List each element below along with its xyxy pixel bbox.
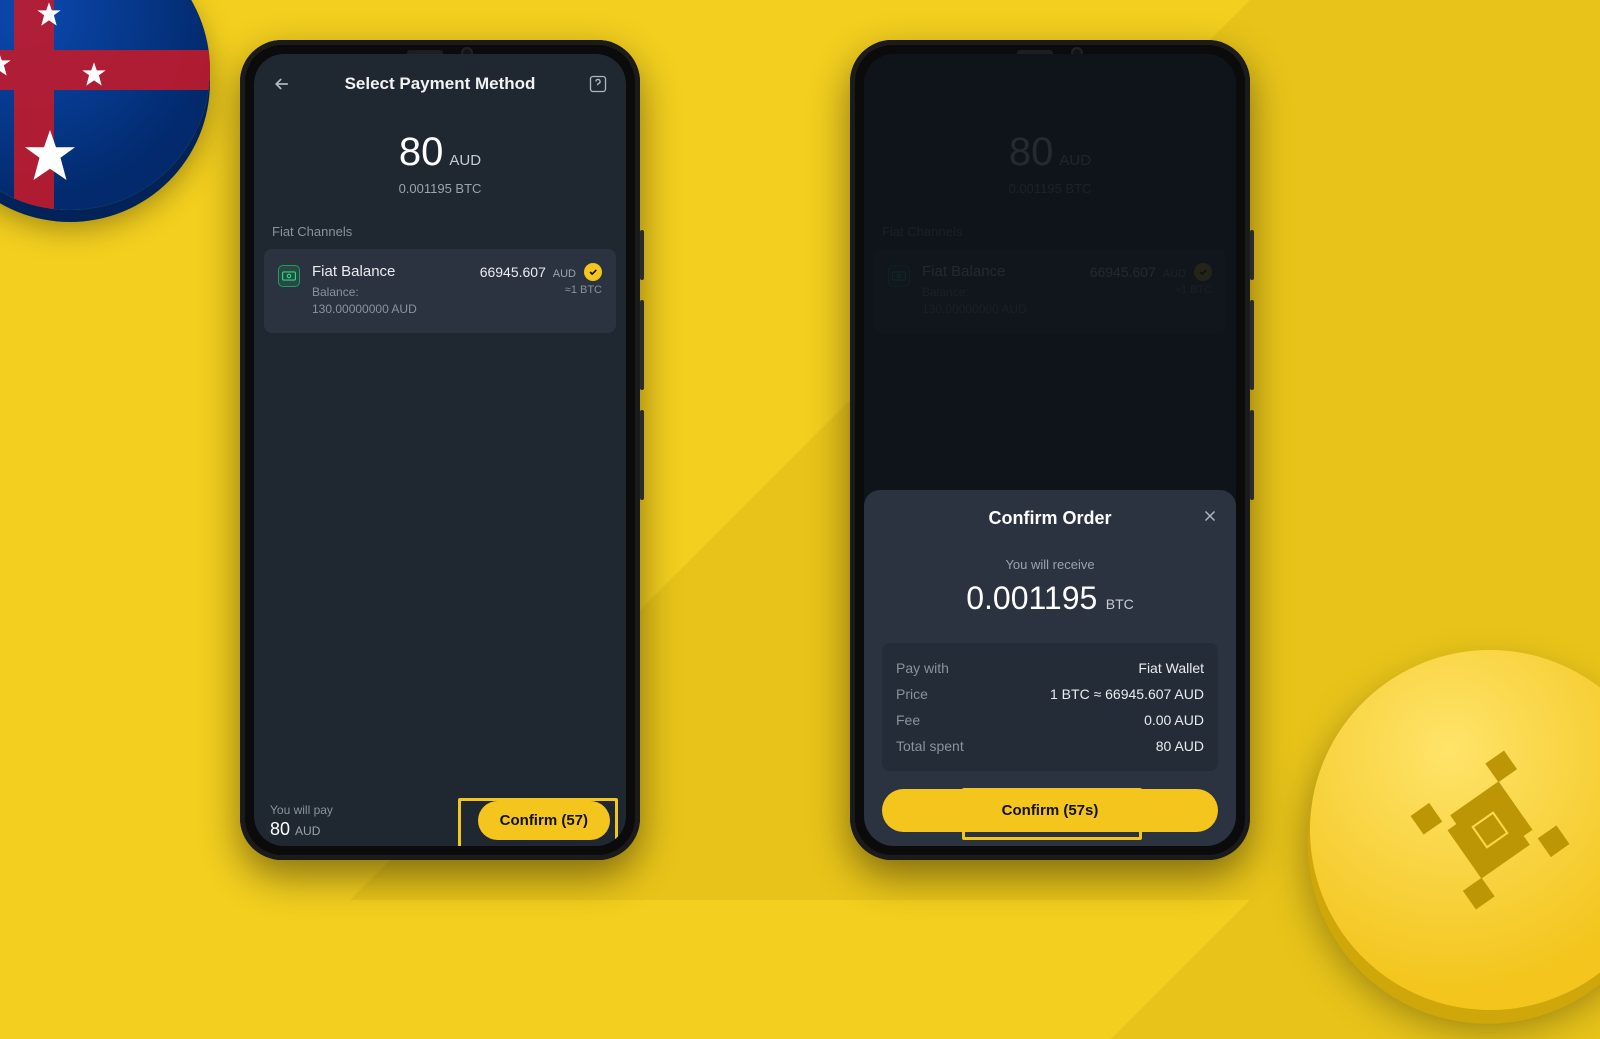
page-title: Select Payment Method xyxy=(345,74,536,94)
channel-name: Fiat Balance xyxy=(312,263,468,280)
amount-currency: AUD xyxy=(449,152,481,169)
channel-balance-value: 130.00000000 AUD xyxy=(312,302,417,316)
confirm-button[interactable]: Confirm (57) xyxy=(478,801,610,840)
detail-row-price: Price 1 BTC ≈ 66945.607 AUD xyxy=(896,681,1204,707)
order-details: Pay with Fiat Wallet Price 1 BTC ≈ 66945… xyxy=(882,643,1218,771)
amount-converted: 0.001195 BTC xyxy=(254,181,626,196)
channel-rate-value: 66945.607 xyxy=(480,264,546,280)
amount-display: 80 AUD xyxy=(399,130,481,175)
detail-row-paywith: Pay with Fiat Wallet xyxy=(896,655,1204,681)
footer: You will pay 80 AUD Confirm (57) xyxy=(254,789,626,846)
channel-balance-label: Balance: xyxy=(312,285,359,299)
screen-select-payment: Select Payment Method 80 AUD 0.001195 BT… xyxy=(254,54,626,846)
check-circle-icon xyxy=(584,263,602,281)
section-label: Fiat Channels xyxy=(254,202,626,249)
confirm-button[interactable]: Confirm (57s) xyxy=(882,789,1218,832)
channel-rate-currency: AUD xyxy=(553,268,576,280)
cash-icon xyxy=(278,265,300,287)
star-icon xyxy=(0,50,13,78)
back-arrow-icon[interactable] xyxy=(270,72,294,96)
footer-pay-value: 80 xyxy=(270,819,290,839)
star-icon xyxy=(35,0,63,28)
receive-unit: BTC xyxy=(1106,596,1134,612)
phone-right: . 80 AUD 0.001195 BTC Fiat Channels Fiat… xyxy=(850,40,1250,860)
detail-value: 0.00 AUD xyxy=(1144,712,1204,728)
detail-row-fee: Fee 0.00 AUD xyxy=(896,707,1204,733)
star-icon xyxy=(80,60,108,88)
channel-rate-note: ≈1 BTC xyxy=(480,284,602,296)
screen-confirm-order: . 80 AUD 0.001195 BTC Fiat Channels Fiat… xyxy=(864,54,1236,846)
sheet-title: Confirm Order xyxy=(882,508,1218,529)
close-icon[interactable] xyxy=(1198,504,1222,528)
footer-pay-currency: AUD xyxy=(295,824,320,838)
detail-key: Fee xyxy=(896,712,920,728)
coin-binance-icon xyxy=(1281,621,1600,1038)
detail-key: Pay with xyxy=(896,660,949,676)
confirm-order-sheet: Confirm Order You will receive 0.001195 … xyxy=(864,490,1236,846)
detail-row-total: Total spent 80 AUD xyxy=(896,733,1204,759)
detail-value: 1 BTC ≈ 66945.607 AUD xyxy=(1050,686,1204,702)
receive-value: 0.001195 xyxy=(966,580,1097,616)
amount-value: 80 xyxy=(399,130,444,175)
receive-amount: 0.001195 BTC xyxy=(882,580,1218,617)
coin-aus-flag-icon xyxy=(0,0,210,210)
detail-value: Fiat Wallet xyxy=(1138,660,1204,676)
phone-left: Select Payment Method 80 AUD 0.001195 BT… xyxy=(240,40,640,860)
detail-key: Total spent xyxy=(896,738,964,754)
detail-value: 80 AUD xyxy=(1156,738,1204,754)
sheet-caption: You will receive xyxy=(882,557,1218,572)
detail-key: Price xyxy=(896,686,928,702)
star-icon xyxy=(20,125,80,185)
binance-logo-icon xyxy=(1380,720,1600,940)
help-icon[interactable] xyxy=(586,72,610,96)
footer-pay-label: You will pay xyxy=(270,803,333,817)
payment-channel-fiat-balance[interactable]: Fiat Balance Balance: 130.00000000 AUD 6… xyxy=(264,249,616,333)
